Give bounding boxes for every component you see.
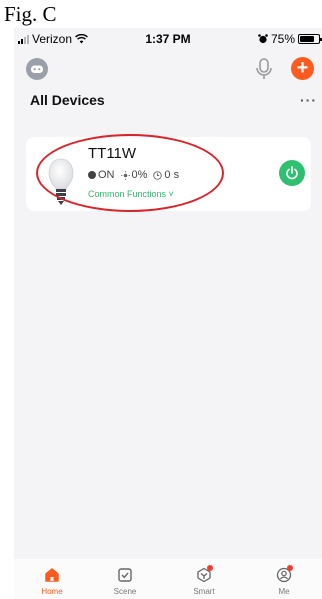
me-notification-dot: [287, 565, 293, 571]
bottom-tab-bar: Home Scene Smart Me: [14, 559, 322, 599]
more-options-button[interactable]: ···: [300, 92, 317, 108]
robot-face-icon: [31, 65, 43, 73]
status-bar: Verizon 1:37 PM 75%: [14, 28, 322, 50]
tab-home-label: Home: [41, 587, 63, 596]
tab-smart[interactable]: Smart: [174, 565, 234, 596]
tab-me-label: Me: [278, 587, 290, 596]
power-toggle-button[interactable]: [279, 160, 305, 186]
battery-icon: [298, 34, 322, 44]
tab-home[interactable]: Home: [22, 567, 82, 596]
scene-check-icon: [118, 568, 132, 582]
tab-smart-label: Smart: [193, 587, 215, 596]
alarm-icon: [258, 34, 268, 44]
page-title: All Devices: [30, 92, 105, 108]
battery-percent: 75%: [270, 32, 295, 46]
home-icon: [45, 568, 59, 582]
phone-screen: Verizon 1:37 PM 75% + All Devices ··· TT…: [14, 28, 322, 599]
tab-me[interactable]: Me: [254, 565, 314, 596]
power-icon: [286, 166, 298, 180]
figure-caption: Fig. C: [4, 2, 57, 26]
tab-scene-label: Scene: [113, 587, 137, 596]
home-avatar-button[interactable]: [26, 58, 48, 80]
smart-notification-dot: [207, 565, 213, 571]
microphone-icon[interactable]: [254, 56, 274, 82]
add-device-button[interactable]: +: [291, 57, 314, 80]
annotation-highlight-oval: [36, 134, 224, 212]
tab-scene[interactable]: Scene: [95, 567, 155, 596]
battery-level: [300, 36, 314, 42]
